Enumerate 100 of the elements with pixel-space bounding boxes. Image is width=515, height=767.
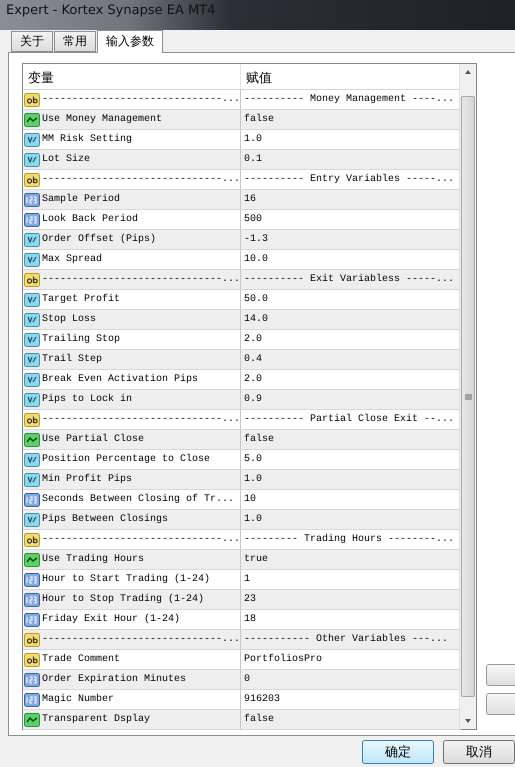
table-row[interactable]: ------------------------------... --------- Trading Hours --------... xyxy=(23,530,461,550)
parameter-value: 50.0 xyxy=(244,294,268,305)
side-button[interactable] xyxy=(486,693,515,715)
table-row[interactable]: ------------------------------... ---------- Exit Variabless -----... xyxy=(23,270,461,290)
parameter-name: Max Spread xyxy=(42,254,102,265)
number-type-icon xyxy=(24,612,40,628)
text-type-icon xyxy=(24,632,40,648)
toggle-type-icon xyxy=(24,432,40,448)
table-row[interactable]: Lot Size 0.1 xyxy=(23,150,461,170)
fraction-type-icon xyxy=(24,452,40,468)
table-row[interactable]: Target Profit 50.0 xyxy=(23,290,461,310)
column-header[interactable]: 变量 xyxy=(23,64,241,89)
table-row[interactable]: Look Back Period 500 xyxy=(23,210,461,230)
number-type-icon xyxy=(24,192,40,208)
cancel-button[interactable]: 取消 xyxy=(443,740,515,764)
parameter-name: ------------------------------... xyxy=(42,534,240,545)
parameter-value: ---------- Entry Variables -----... xyxy=(244,174,454,185)
text-type-icon xyxy=(24,92,40,108)
parameter-value: ---------- Exit Variabless -----... xyxy=(244,274,454,285)
parameter-name: Target Profit xyxy=(42,294,120,305)
parameter-value: 0.1 xyxy=(244,154,262,165)
fraction-type-icon xyxy=(24,232,40,248)
parameter-value: 10.0 xyxy=(244,254,268,265)
window-title: Expert - Kortex Synapse EA MT4 xyxy=(6,3,216,18)
number-type-icon xyxy=(24,212,40,228)
table-row[interactable]: Hour to Start Trading (1-24) 1 xyxy=(23,570,461,590)
parameter-name: Use Trading Hours xyxy=(42,554,144,565)
parameter-value: false xyxy=(244,714,274,725)
parameter-value: 916203 xyxy=(244,694,280,705)
table-row[interactable]: MM Risk Setting 1.0 xyxy=(23,130,461,150)
parameter-name: Magic Number xyxy=(42,694,114,705)
tab[interactable]: 关于 xyxy=(11,31,53,52)
table-row[interactable]: Min Profit Pips 1.0 xyxy=(23,470,461,490)
fraction-type-icon xyxy=(24,132,40,148)
parameter-name: Break Even Activation Pips xyxy=(42,374,198,385)
fraction-type-icon xyxy=(24,472,40,488)
number-type-icon xyxy=(24,672,40,688)
table-row[interactable]: ------------------------------... ----------- Other Variables ---... xyxy=(23,630,461,650)
parameter-value: 2.0 xyxy=(244,334,262,345)
parameter-value: 2.0 xyxy=(244,374,262,385)
table-row[interactable]: ------------------------------... ---------- Money Management ----... xyxy=(23,90,461,110)
text-type-icon xyxy=(24,652,40,668)
parameter-value: ---------- Partial Close Exit --... xyxy=(244,414,454,425)
toggle-type-icon xyxy=(24,552,40,568)
fraction-type-icon xyxy=(24,312,40,328)
table-row[interactable]: Trailing Stop 2.0 xyxy=(23,330,461,350)
toggle-type-icon xyxy=(24,112,40,128)
table-row[interactable]: Order Offset (Pips) -1.3 xyxy=(23,230,461,250)
table-row[interactable]: Trail Step 0.4 xyxy=(23,350,461,370)
parameter-value: 1.0 xyxy=(244,514,262,525)
parameter-value: false xyxy=(244,114,274,125)
table-row[interactable]: Friday Exit Hour (1-24) 18 xyxy=(23,610,461,630)
table-row[interactable]: ------------------------------... ---------- Entry Variables -----... xyxy=(23,170,461,190)
parameter-value: 1.0 xyxy=(244,134,262,145)
parameter-name: Lot Size xyxy=(42,154,90,165)
table-row[interactable]: Position Percentage to Close 5.0 xyxy=(23,450,461,470)
table-row[interactable]: ------------------------------... ---------- Partial Close Exit --... xyxy=(23,410,461,430)
parameter-value: ---------- Money Management ----... xyxy=(244,94,454,105)
number-type-icon xyxy=(24,572,40,588)
parameter-name: Seconds Between Closing of Tr... xyxy=(42,494,234,505)
parameter-name: Use Partial Close xyxy=(42,434,144,445)
fraction-type-icon xyxy=(24,252,40,268)
parameter-name: Trail Step xyxy=(42,354,102,365)
fraction-type-icon xyxy=(24,512,40,528)
scroll-thumb[interactable] xyxy=(461,96,475,697)
table-row[interactable]: Magic Number 916203 xyxy=(23,690,461,710)
parameter-name: Min Profit Pips xyxy=(42,474,132,485)
table-row[interactable]: Use Partial Close false xyxy=(23,430,461,450)
parameter-name: Order Offset (Pips) xyxy=(42,234,156,245)
table-row[interactable]: Use Money Management false xyxy=(23,110,461,130)
parameter-value: 5.0 xyxy=(244,454,262,465)
table-row[interactable]: Stop Loss 14.0 xyxy=(23,310,461,330)
parameter-value: 0.4 xyxy=(244,354,262,365)
tab[interactable]: 输入参数 xyxy=(97,30,163,53)
table-row[interactable]: Transparent Dsplay false xyxy=(23,710,461,730)
table-row[interactable]: Sample Period 16 xyxy=(23,190,461,210)
fraction-type-icon xyxy=(24,152,40,168)
table-row[interactable]: Hour to Stop Trading (1-24) 23 xyxy=(23,590,461,610)
parameter-value: 18 xyxy=(244,614,256,625)
ok-button[interactable]: 确定 xyxy=(362,740,434,764)
table-row[interactable]: Seconds Between Closing of Tr... 10 xyxy=(23,490,461,510)
tab[interactable]: 常用 xyxy=(54,31,96,52)
table-row[interactable]: Max Spread 10.0 xyxy=(23,250,461,270)
scrollbar[interactable] xyxy=(459,64,476,729)
parameter-value: --------- Trading Hours --------... xyxy=(244,534,454,545)
fraction-type-icon xyxy=(24,392,40,408)
number-type-icon xyxy=(24,592,40,608)
table-row[interactable]: Pips to Lock in 0.9 xyxy=(23,390,461,410)
parameter-value: 500 xyxy=(244,214,262,225)
table-row[interactable]: Break Even Activation Pips 2.0 xyxy=(23,370,461,390)
table-row[interactable]: Use Trading Hours true xyxy=(23,550,461,570)
parameter-name: Pips Between Closings xyxy=(42,514,168,525)
parameter-name: Friday Exit Hour (1-24) xyxy=(42,614,180,625)
side-button[interactable] xyxy=(486,664,515,686)
parameter-name: ------------------------------... xyxy=(42,634,240,645)
parameter-value: 14.0 xyxy=(244,314,268,325)
table-row[interactable]: Pips Between Closings 1.0 xyxy=(23,510,461,530)
table-row[interactable]: Order Expiration Minutes 0 xyxy=(23,670,461,690)
parameter-value: PortfoliosPro xyxy=(244,654,322,665)
table-row[interactable]: Trade Comment PortfoliosPro xyxy=(23,650,461,670)
